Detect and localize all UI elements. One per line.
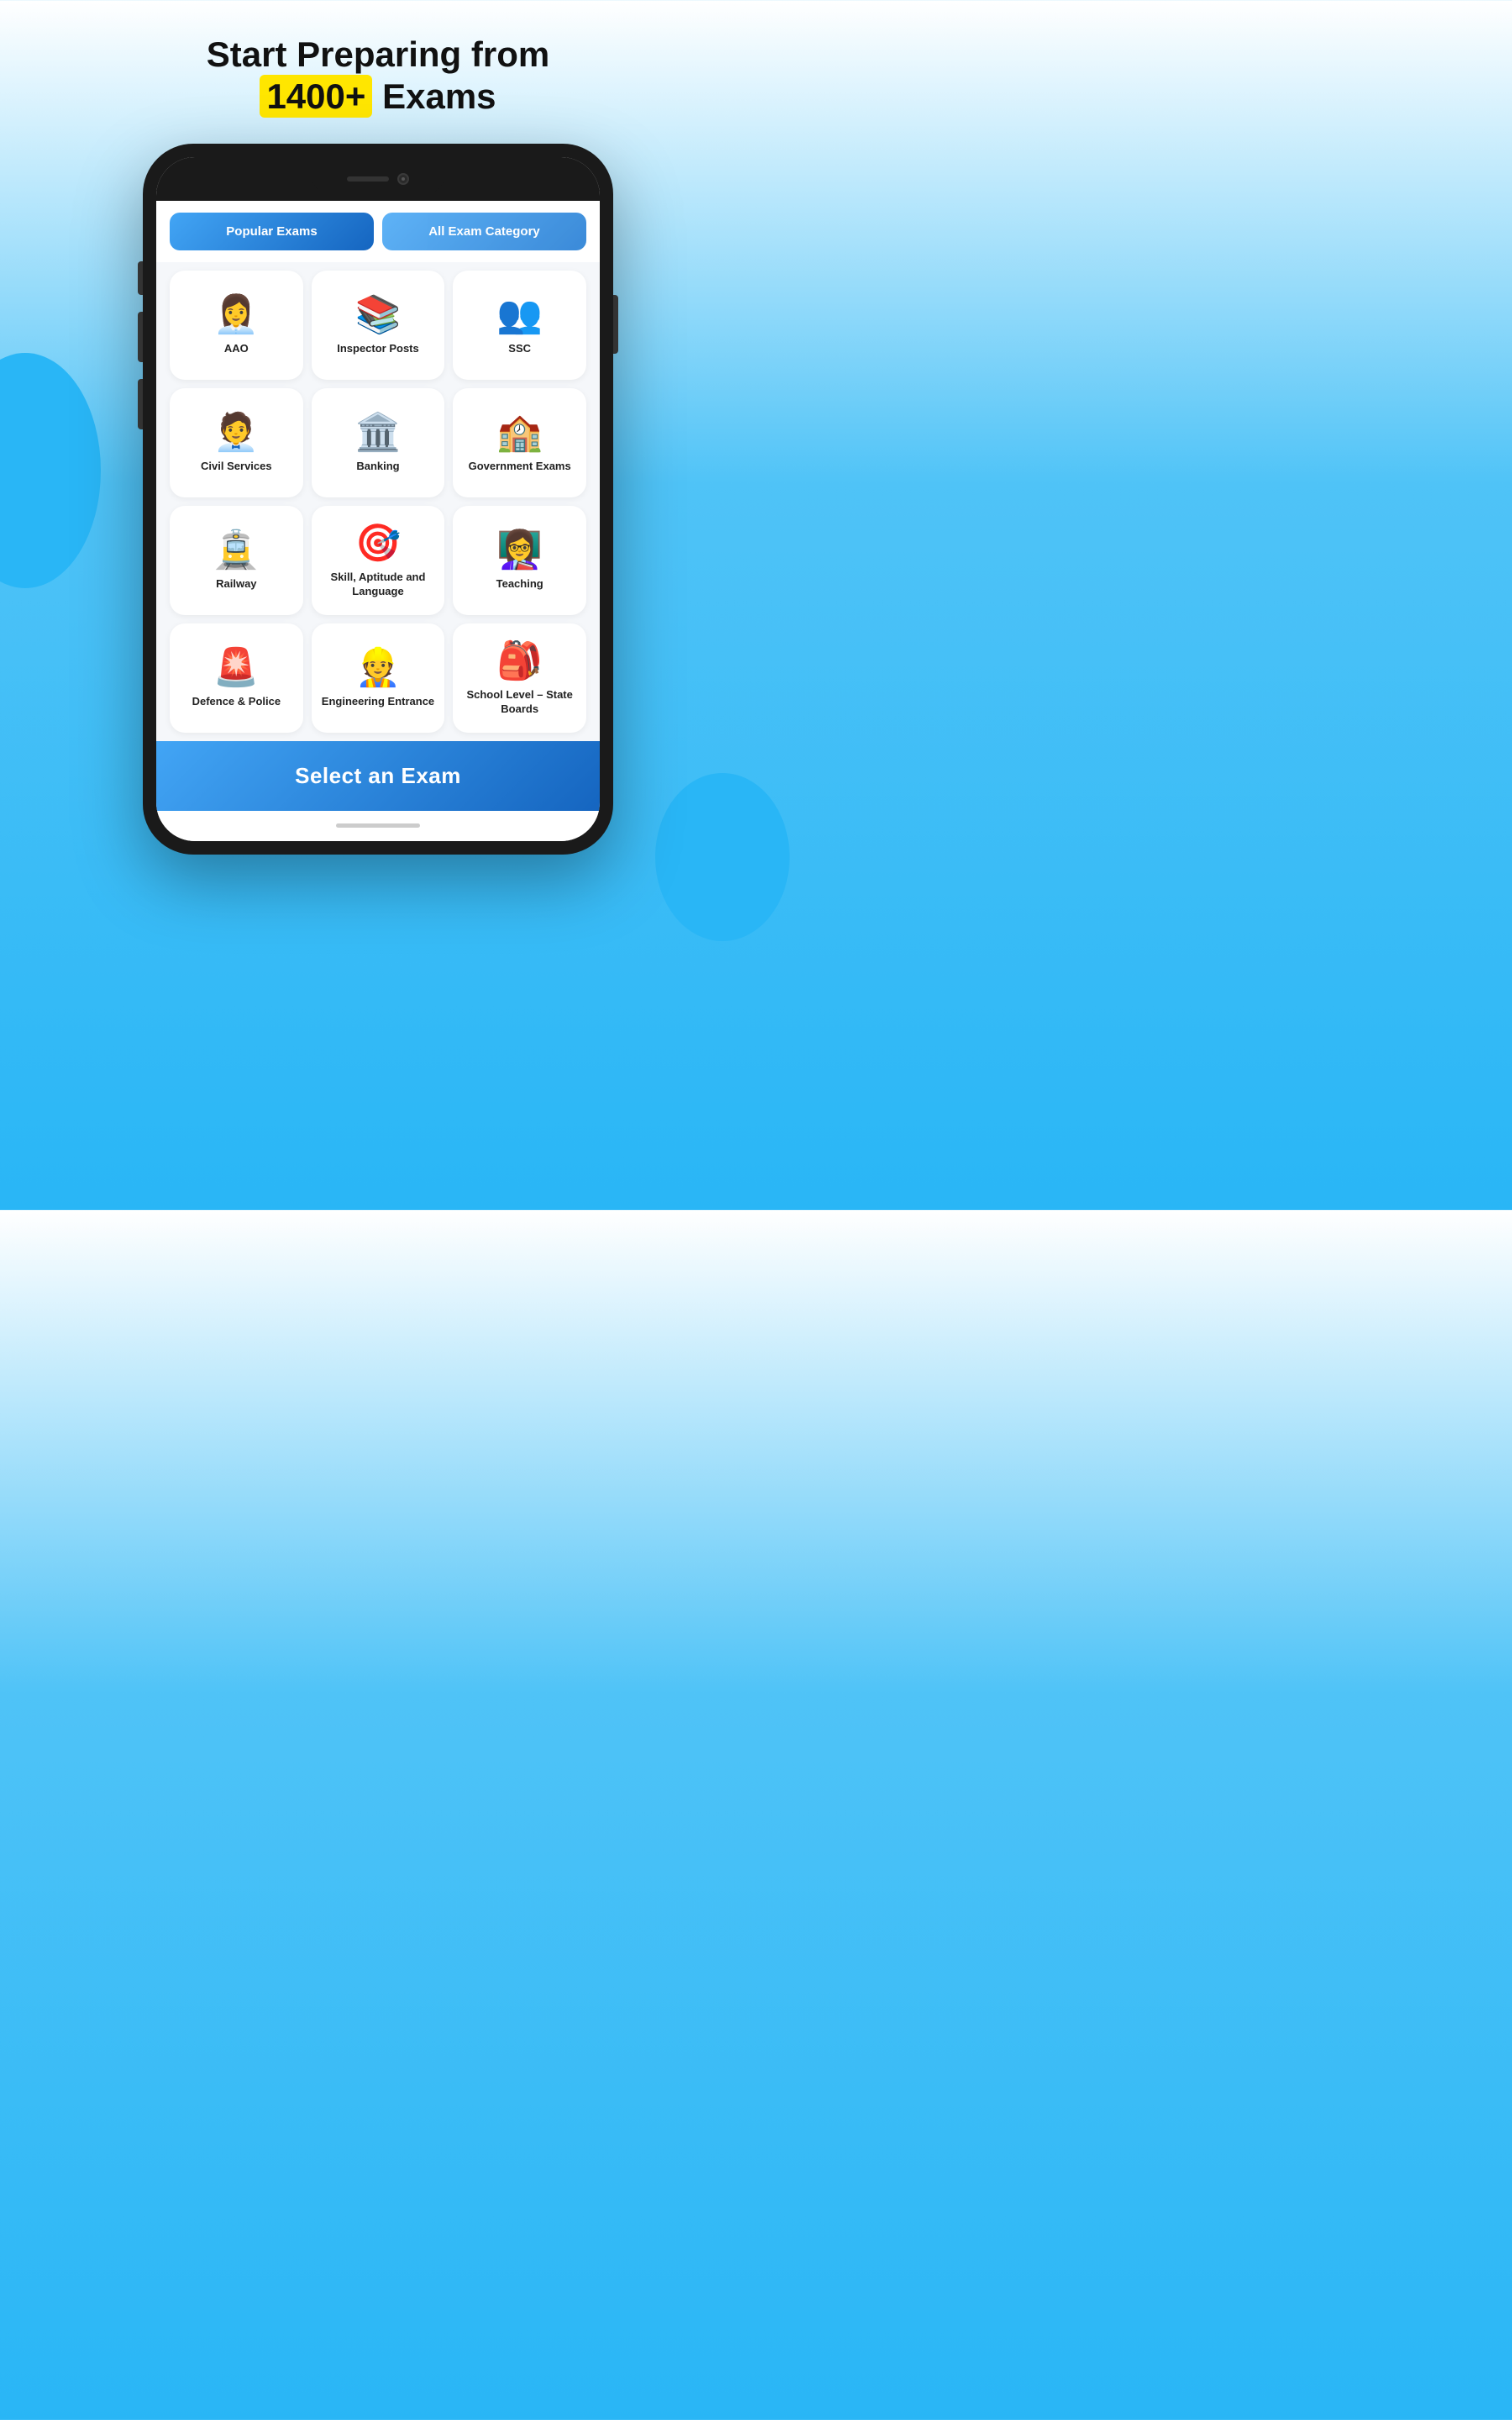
defence-police-label: Defence & Police	[192, 695, 281, 709]
phone-screen: Popular Exams All Exam Category 👩‍💼 AAO 📚 I…	[156, 157, 600, 841]
skill-aptitude-label: Skill, Aptitude and Language	[320, 571, 437, 599]
exam-grid: 👩‍💼 AAO 📚 Inspector Posts 👥 SSC 🧑‍💼 Civil Servi…	[156, 262, 600, 741]
exam-card-banking[interactable]: 🏛️ Banking	[312, 388, 445, 497]
defence-police-icon: 🚨	[213, 650, 260, 687]
civil-services-icon: 🧑‍💼	[213, 414, 260, 451]
phone-frame: Popular Exams All Exam Category 👩‍💼 AAO 📚 I…	[143, 144, 613, 855]
skill-aptitude-icon: 🎯	[355, 525, 402, 562]
exam-card-railway[interactable]: 🚊 Railway	[170, 506, 303, 615]
banking-icon: 🏛️	[355, 414, 402, 451]
exam-card-ssc[interactable]: 👥 SSC	[453, 271, 586, 380]
aao-label: AAO	[224, 342, 249, 356]
inspector-posts-icon: 📚	[355, 297, 402, 334]
volume-down-button	[138, 379, 143, 429]
power-button	[613, 295, 618, 354]
header-highlight: 1400+	[260, 75, 372, 118]
select-exam-bar[interactable]: Select an Exam	[156, 741, 600, 811]
teaching-label: Teaching	[496, 577, 543, 592]
exam-card-aao[interactable]: 👩‍💼 AAO	[170, 271, 303, 380]
exam-card-government-exams[interactable]: 🏫 Government Exams	[453, 388, 586, 497]
tab-all-exam-category[interactable]: All Exam Category	[382, 213, 586, 250]
banking-label: Banking	[356, 460, 399, 474]
aao-icon: 👩‍💼	[213, 297, 260, 334]
mute-button	[138, 261, 143, 295]
exam-card-defence-police[interactable]: 🚨 Defence & Police	[170, 623, 303, 733]
school-state-boards-icon: 🎒	[496, 643, 543, 680]
notch	[311, 163, 445, 195]
phone-bottom-bar	[156, 811, 600, 841]
notch-bar	[156, 157, 600, 201]
civil-services-label: Civil Services	[201, 460, 272, 474]
speaker	[347, 176, 389, 182]
railway-label: Railway	[216, 577, 256, 592]
teaching-icon: 👩‍🏫	[496, 532, 543, 569]
ssc-icon: 👥	[496, 297, 543, 334]
tabs-bar: Popular Exams All Exam Category	[156, 201, 600, 262]
engineering-entrance-icon: 👷	[355, 650, 402, 687]
engineering-entrance-label: Engineering Entrance	[322, 695, 434, 709]
bg-blob-right	[655, 773, 790, 941]
exam-card-engineering-entrance[interactable]: 👷 Engineering Entrance	[312, 623, 445, 733]
railway-icon: 🚊	[213, 532, 260, 569]
header-section: Start Preparing from 1400+ Exams	[207, 34, 549, 118]
exam-card-inspector-posts[interactable]: 📚 Inspector Posts	[312, 271, 445, 380]
bg-blob-left	[0, 353, 101, 588]
select-exam-label: Select an Exam	[295, 763, 461, 789]
exam-card-civil-services[interactable]: 🧑‍💼 Civil Services	[170, 388, 303, 497]
inspector-posts-label: Inspector Posts	[337, 342, 419, 356]
government-exams-icon: 🏫	[496, 414, 543, 451]
government-exams-label: Government Exams	[469, 460, 571, 474]
exam-card-school-state-boards[interactable]: 🎒 School Level – State Boards	[453, 623, 586, 733]
exam-card-skill-aptitude[interactable]: 🎯 Skill, Aptitude and Language	[312, 506, 445, 615]
volume-up-button	[138, 312, 143, 362]
header-line1: Start Preparing from 1400+ Exams	[207, 34, 549, 118]
home-indicator	[336, 823, 420, 828]
school-state-boards-label: School Level – State Boards	[461, 688, 578, 717]
ssc-label: SSC	[508, 342, 531, 356]
front-camera	[397, 173, 409, 185]
tab-popular-exams[interactable]: Popular Exams	[170, 213, 374, 250]
exam-card-teaching[interactable]: 👩‍🏫 Teaching	[453, 506, 586, 615]
